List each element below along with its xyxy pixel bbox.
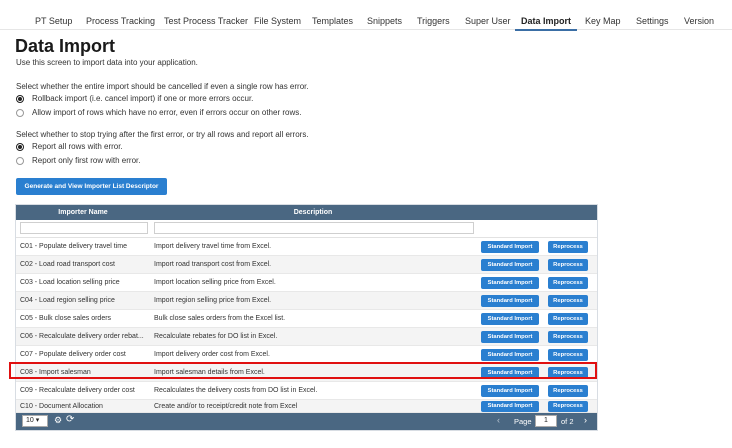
table-row: C09 - Recalculate delivery order cost Re… (16, 382, 597, 400)
page-size-select[interactable]: 10 ▾ (22, 415, 48, 427)
importer-name-cell: C07 - Populate delivery order cost (20, 351, 126, 358)
reprocess-button[interactable]: Reprocess (548, 349, 588, 361)
reprocess-button[interactable]: Reprocess (548, 367, 588, 379)
error-mode-question: Select whether the entire import should … (16, 82, 309, 91)
rollback-label: Rollback import (i.e. cancel import) if … (32, 94, 254, 103)
page-count: of 2 (561, 417, 574, 426)
importer-name-cell: C05 - Bulk close sales orders (20, 315, 112, 322)
page-size-value: 10 (26, 417, 34, 424)
description-cell: Import salesman details from Excel. (154, 369, 265, 376)
description-cell: Import road transport cost from Excel. (154, 261, 272, 268)
importer-name-cell: C09 - Recalculate delivery order cost (20, 387, 135, 394)
filter-row (16, 220, 597, 238)
importer-name-cell: C01 - Populate delivery travel time (20, 243, 127, 250)
standard-import-button[interactable]: Standard Import (481, 385, 539, 397)
tab-templates[interactable]: Templates (312, 16, 353, 26)
table-row: C05 - Bulk close sales orders Bulk close… (16, 310, 597, 328)
allow-partial-label: Allow import of rows which have no error… (32, 108, 302, 117)
reprocess-button[interactable]: Reprocess (548, 313, 588, 325)
reprocess-button[interactable]: Reprocess (548, 385, 588, 397)
description-cell: Import location selling price from Excel… (154, 279, 276, 286)
tab-settings[interactable]: Settings (636, 16, 669, 26)
importer-name-cell: C06 - Recalculate delivery order rebat..… (20, 333, 144, 340)
tab-snippets[interactable]: Snippets (367, 16, 402, 26)
allow-partial-import-option[interactable]: Allow import of rows which have no error… (16, 108, 301, 117)
importer-name-cell: C08 - Import salesman (20, 369, 91, 376)
standard-import-button[interactable]: Standard Import (481, 367, 539, 379)
importer-name-cell: C10 - Document Allocation (20, 403, 103, 410)
reprocess-button[interactable]: Reprocess (548, 295, 588, 307)
importer-name-cell: C04 - Load region selling price (20, 297, 115, 304)
standard-import-button[interactable]: Standard Import (481, 295, 539, 307)
tab-process-tracking[interactable]: Process Tracking (86, 16, 155, 26)
gear-icon[interactable]: ⚙ (54, 415, 62, 426)
page-subtitle: Use this screen to import data into your… (16, 58, 198, 67)
importer-name-filter[interactable] (20, 222, 148, 234)
current-page-input[interactable]: 1 (535, 415, 557, 427)
importer-name-cell: C03 - Load location selling price (20, 279, 120, 286)
standard-import-button[interactable]: Standard Import (481, 401, 539, 412)
standard-import-button[interactable]: Standard Import (481, 349, 539, 361)
chevron-left-icon[interactable]: ‹ (497, 415, 500, 425)
reprocess-button[interactable]: Reprocess (548, 401, 588, 412)
tab-test-process-tracker[interactable]: Test Process Tracker (164, 16, 248, 26)
generate-descriptor-button[interactable]: Generate and View Importer List Descript… (16, 178, 167, 195)
column-header-importer-name[interactable]: Importer Name (16, 205, 150, 220)
table-row: C07 - Populate delivery order cost Impor… (16, 346, 597, 364)
table-row: C01 - Populate delivery travel time Impo… (16, 238, 597, 256)
description-cell: Bulk close sales orders from the Excel l… (154, 315, 286, 322)
tab-pt-setup[interactable]: PT Setup (35, 16, 72, 26)
table-row: C03 - Load location selling price Import… (16, 274, 597, 292)
table-row: C04 - Load region selling price Import r… (16, 292, 597, 310)
tab-file-system[interactable]: File System (254, 16, 301, 26)
description-cell: Recalculates the delivery costs from DO … (154, 387, 318, 394)
report-all-option[interactable]: Report all rows with error. (16, 142, 123, 151)
report-first-radio[interactable] (16, 156, 24, 165)
rollback-radio[interactable] (16, 94, 24, 103)
page-label: Page (514, 417, 532, 426)
report-mode-question: Select whether to stop trying after the … (16, 130, 309, 139)
standard-import-button[interactable]: Standard Import (481, 277, 539, 289)
refresh-icon[interactable]: ⟳ (66, 414, 74, 425)
chevron-right-icon[interactable]: › (584, 415, 587, 425)
page-title: Data Import (15, 36, 116, 56)
top-tab-bar: PT Setup Process Tracking Test Process T… (0, 0, 732, 31)
tab-data-import[interactable]: Data Import (514, 16, 578, 31)
description-cell: Recalculate rebates for DO list in Excel… (154, 333, 278, 340)
description-cell: Create and/or to receipt/credit note fro… (154, 403, 298, 410)
reprocess-button[interactable]: Reprocess (548, 241, 588, 253)
description-filter[interactable] (154, 222, 474, 234)
table-row: C02 - Load road transport cost Import ro… (16, 256, 597, 274)
report-first-label: Report only first row with error. (32, 156, 141, 165)
table-row: C06 - Recalculate delivery order rebat..… (16, 328, 597, 346)
table-row: C10 - Document Allocation Create and/or … (16, 400, 597, 413)
rollback-import-option[interactable]: Rollback import (i.e. cancel import) if … (16, 94, 253, 103)
grid-header: Importer Name Description (16, 205, 597, 220)
grid-pager: 10 ▾ ⚙ ⟳ ‹ Page 1 of 2 › (16, 413, 597, 430)
description-cell: Import delivery order cost from Excel. (154, 351, 270, 358)
tab-triggers[interactable]: Triggers (417, 16, 450, 26)
standard-import-button[interactable]: Standard Import (481, 259, 539, 271)
report-all-radio[interactable] (16, 142, 24, 151)
description-cell: Import region selling price from Excel. (154, 297, 272, 304)
standard-import-button[interactable]: Standard Import (481, 313, 539, 325)
standard-import-button[interactable]: Standard Import (481, 331, 539, 343)
importer-grid: Importer Name Description C01 - Populate… (15, 204, 598, 431)
tab-key-map[interactable]: Key Map (585, 16, 621, 26)
tab-super-user[interactable]: Super User (465, 16, 511, 26)
importer-name-cell: C02 - Load road transport cost (20, 261, 115, 268)
column-header-description[interactable]: Description (150, 205, 476, 220)
description-cell: Import delivery travel time from Excel. (154, 243, 272, 250)
report-first-option[interactable]: Report only first row with error. (16, 156, 140, 165)
reprocess-button[interactable]: Reprocess (548, 277, 588, 289)
allow-partial-radio[interactable] (16, 108, 24, 117)
report-all-label: Report all rows with error. (32, 142, 123, 151)
tab-version[interactable]: Version (684, 16, 714, 26)
table-row: C08 - Import salesman Import salesman de… (16, 364, 597, 382)
reprocess-button[interactable]: Reprocess (548, 331, 588, 343)
standard-import-button[interactable]: Standard Import (481, 241, 539, 253)
reprocess-button[interactable]: Reprocess (548, 259, 588, 271)
